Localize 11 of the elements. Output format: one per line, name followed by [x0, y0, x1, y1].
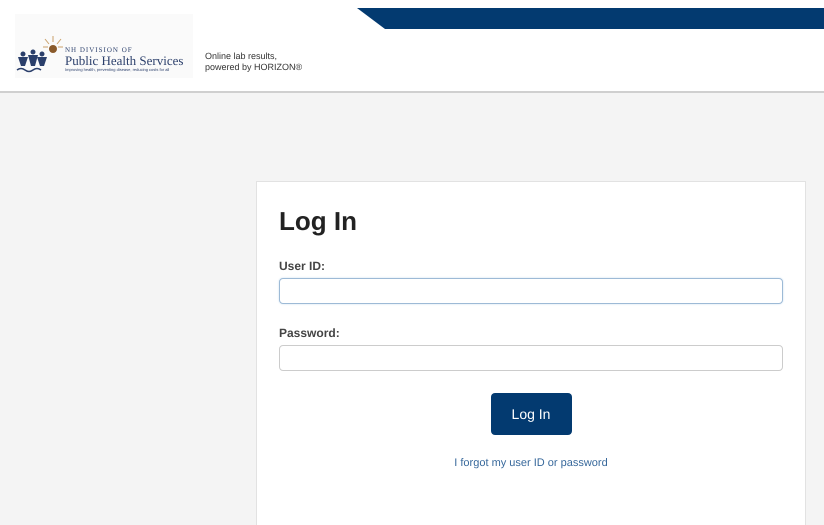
password-field[interactable] [279, 345, 783, 371]
forgot-credentials-link[interactable]: I forgot my user ID or password [454, 457, 608, 469]
login-title: Log In [279, 206, 358, 237]
field-label: Password: [279, 326, 341, 340]
login-button[interactable]: Log In [490, 393, 572, 435]
tagline-text: powered by HORIZON® [205, 62, 302, 73]
field-label: User ID: [279, 259, 326, 273]
organization-name: Public Health Services [65, 54, 184, 67]
logo-drawing [15, 34, 65, 74]
user-id-field[interactable] [279, 278, 783, 304]
tagline-text: Online lab results, [205, 51, 278, 62]
